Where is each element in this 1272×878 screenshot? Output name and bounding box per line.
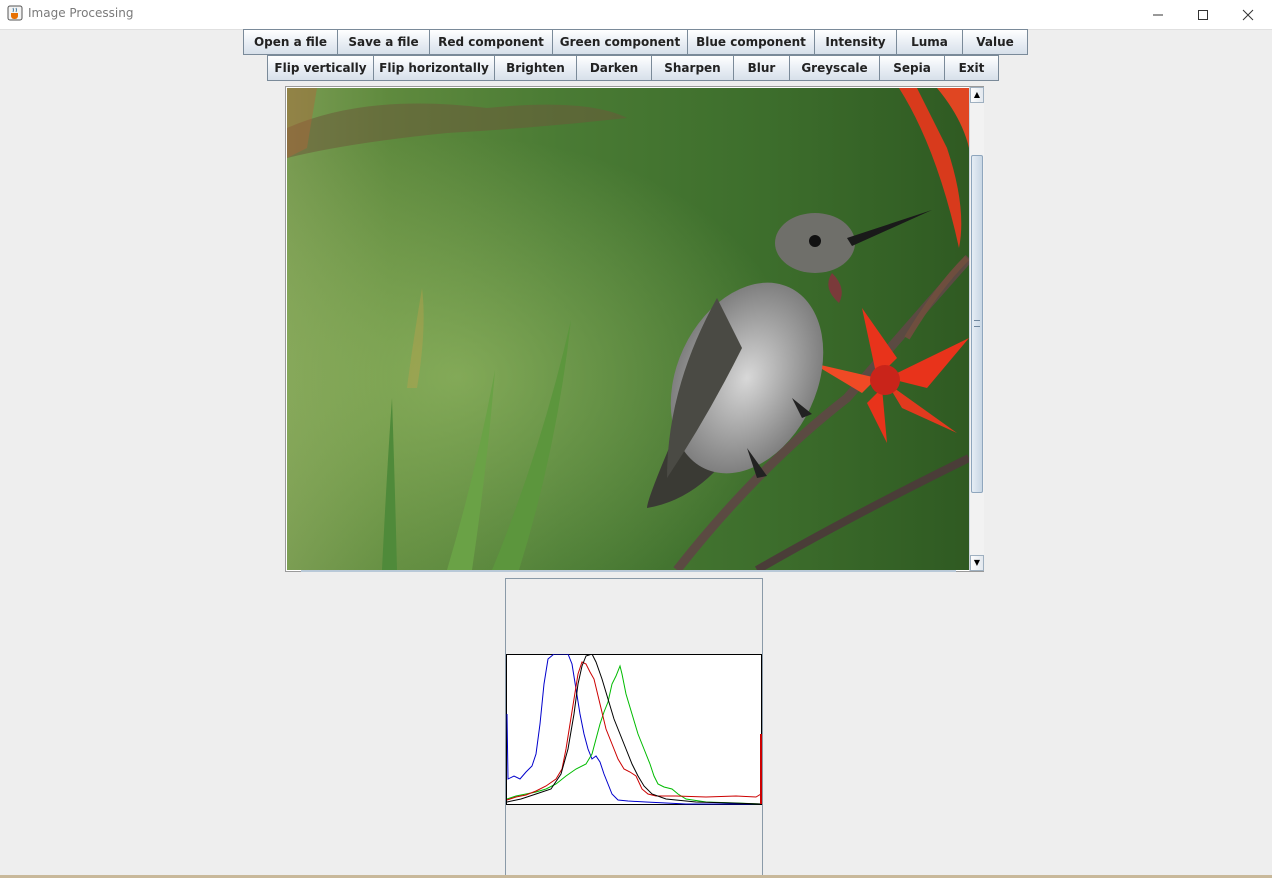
flip-horizontally-button[interactable]: Flip horizontally <box>373 55 495 81</box>
red-component-button[interactable]: Red component <box>429 29 553 55</box>
toolbar-row-1: Open a file Save a file Red component Gr… <box>243 29 1028 55</box>
green-component-button[interactable]: Green component <box>552 29 688 55</box>
minimize-button[interactable] <box>1135 0 1181 29</box>
vertical-scrollbar[interactable]: ▲ ▼ <box>969 87 984 571</box>
arrow-down-icon: ▼ <box>973 558 981 567</box>
image-scroll-pane[interactable]: ▲ ▼ <box>285 86 984 572</box>
greyscale-button[interactable]: Greyscale <box>789 55 880 81</box>
sepia-button[interactable]: Sepia <box>879 55 945 81</box>
close-icon <box>1242 9 1254 20</box>
darken-button[interactable]: Darken <box>576 55 652 81</box>
scroll-up-button[interactable]: ▲ <box>970 87 984 103</box>
exit-button[interactable]: Exit <box>944 55 999 81</box>
horizontal-scroll-edge <box>301 570 956 572</box>
open-file-button[interactable]: Open a file <box>243 29 338 55</box>
close-button[interactable] <box>1225 0 1271 29</box>
value-button[interactable]: Value <box>962 29 1028 55</box>
brighten-button[interactable]: Brighten <box>494 55 577 81</box>
grip-icon <box>974 320 980 327</box>
toolbar-row-2: Flip vertically Flip horizontally Bright… <box>267 55 999 81</box>
blue-component-button[interactable]: Blue component <box>687 29 815 55</box>
java-cup-icon <box>7 5 23 21</box>
hummingbird-image <box>287 88 969 570</box>
scrollbar-thumb[interactable] <box>971 155 983 493</box>
image-view <box>287 88 969 570</box>
histogram-panel <box>505 578 763 876</box>
blur-button[interactable]: Blur <box>733 55 790 81</box>
maximize-button[interactable] <box>1180 0 1226 29</box>
title-bar: Image Processing <box>0 0 1272 30</box>
histogram-chart <box>506 654 762 805</box>
scroll-down-button[interactable]: ▼ <box>970 555 984 571</box>
window-title: Image Processing <box>28 6 134 20</box>
flip-vertically-button[interactable]: Flip vertically <box>267 55 374 81</box>
sharpen-button[interactable]: Sharpen <box>651 55 734 81</box>
luma-button[interactable]: Luma <box>896 29 963 55</box>
save-file-button[interactable]: Save a file <box>337 29 430 55</box>
arrow-up-icon: ▲ <box>973 90 981 99</box>
intensity-button[interactable]: Intensity <box>814 29 897 55</box>
minimize-icon <box>1153 14 1163 15</box>
maximize-icon <box>1198 9 1208 20</box>
